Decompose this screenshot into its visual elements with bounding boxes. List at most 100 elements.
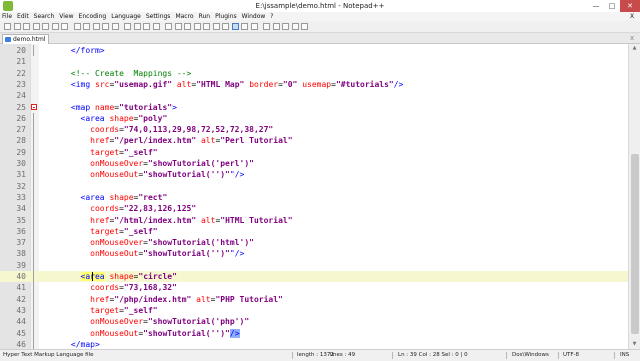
minimize-icon[interactable]: — bbox=[588, 0, 604, 12]
vertical-scrollbar[interactable]: ▲ ▼ bbox=[628, 44, 640, 349]
code-line[interactable]: 25 <map name="tutorials"> bbox=[0, 102, 628, 113]
copy-icon[interactable] bbox=[83, 23, 90, 30]
code-token: </map> bbox=[70, 339, 100, 349]
find-icon[interactable] bbox=[124, 23, 131, 30]
menu-item-help[interactable]: ? bbox=[268, 12, 275, 21]
folder-workspace-icon[interactable] bbox=[241, 23, 248, 30]
menu-item-search[interactable]: Search bbox=[32, 12, 57, 21]
code-line[interactable]: 22 <!-- Create Mappings --> bbox=[0, 68, 628, 79]
paste-icon[interactable] bbox=[92, 23, 100, 30]
status-divider bbox=[614, 352, 615, 359]
line-number: 25 bbox=[16, 102, 26, 112]
menu-close-icon[interactable]: X bbox=[630, 12, 634, 21]
sync-vertical-icon[interactable] bbox=[165, 23, 172, 30]
code-line[interactable]: 33 <area shape="rect" bbox=[0, 192, 628, 203]
close-all-icon[interactable] bbox=[51, 23, 59, 30]
toolbar bbox=[0, 21, 640, 33]
record-macro-icon[interactable] bbox=[263, 23, 270, 30]
doc-map-icon[interactable] bbox=[222, 23, 229, 30]
code-line[interactable]: 41 coords="73,168,32" bbox=[0, 282, 628, 293]
save-all-icon[interactable] bbox=[32, 23, 40, 30]
cut-icon[interactable] bbox=[73, 23, 81, 30]
menu-item-view[interactable]: View bbox=[57, 12, 75, 21]
undo-icon[interactable] bbox=[102, 23, 109, 30]
function-list-icon[interactable] bbox=[231, 23, 239, 30]
zoom-out-icon[interactable] bbox=[152, 23, 160, 30]
scrollbar-thumb[interactable] bbox=[631, 154, 639, 334]
show-all-chars-icon[interactable] bbox=[193, 23, 201, 30]
code-line[interactable]: 20 </form> bbox=[0, 45, 628, 56]
menu-item-macro[interactable]: Macro bbox=[173, 12, 195, 21]
menu-item-encoding[interactable]: Encoding bbox=[77, 12, 109, 21]
code-line[interactable]: 35 href="/html/index.htm" alt="HTML Tuto… bbox=[0, 215, 628, 226]
new-file-icon[interactable] bbox=[4, 23, 11, 30]
code-line[interactable]: 38 onMouseOut="showTutorial('')""/> bbox=[0, 248, 628, 259]
code-line[interactable]: 27 coords="74,0,113,29,98,72,52,72,38,27… bbox=[0, 124, 628, 135]
code-line[interactable]: 21 bbox=[0, 56, 628, 67]
menu-item-plugins[interactable]: Plugins bbox=[213, 12, 239, 21]
code-line[interactable]: 46 </map> bbox=[0, 339, 628, 349]
code-token: alt bbox=[200, 136, 216, 146]
save-macro-icon[interactable] bbox=[301, 23, 308, 30]
stop-macro-icon[interactable] bbox=[272, 23, 280, 30]
line-code: </map> bbox=[42, 339, 100, 349]
code-line[interactable]: 42 href="/php/index.htm" alt="PHP Tutori… bbox=[0, 294, 628, 305]
run-macro-multiple-icon[interactable] bbox=[291, 23, 299, 30]
fold-toggle-icon[interactable] bbox=[31, 104, 37, 110]
line-number: 33 bbox=[16, 192, 26, 202]
menu-bar: File Edit Search View Encoding Language Settin… bbox=[0, 12, 640, 21]
code-line[interactable]: 36 target="_self" bbox=[0, 226, 628, 237]
code-line[interactable]: 44 onMouseOver="showTutorial('php')" bbox=[0, 316, 628, 327]
zoom-in-icon[interactable] bbox=[143, 23, 150, 30]
code-line[interactable]: 23 <img src="usemap.gif" alt="HTML Map" … bbox=[0, 79, 628, 90]
redo-icon[interactable] bbox=[111, 23, 119, 30]
line-number: 28 bbox=[16, 136, 26, 146]
menu-item-file[interactable]: File bbox=[0, 12, 14, 21]
save-icon[interactable] bbox=[23, 23, 30, 30]
code-token: href bbox=[90, 294, 110, 304]
code-line[interactable]: 45 onMouseOut="showTutorial('')"/> bbox=[0, 328, 628, 339]
line-code: href="/perl/index.htm" alt="Perl Tutoria… bbox=[42, 135, 292, 146]
menu-item-window[interactable]: Window bbox=[240, 12, 268, 21]
code-line[interactable]: 43 target="_self" bbox=[0, 305, 628, 316]
close-tab-icon[interactable]: x bbox=[630, 34, 634, 43]
scroll-down-icon[interactable]: ▼ bbox=[629, 340, 640, 349]
code-line[interactable]: 26 <area shape="poly" bbox=[0, 113, 628, 124]
line-number: 23 bbox=[16, 79, 26, 89]
menu-item-run[interactable]: Run bbox=[197, 12, 213, 21]
code-line[interactable]: 31 onMouseOut="showTutorial('')""/> bbox=[0, 169, 628, 180]
code-line[interactable]: 29 target="_self" bbox=[0, 147, 628, 158]
code-editor[interactable]: 20 </form> 21 22 <!-- Create Mappings --> 2… bbox=[0, 44, 640, 349]
menu-item-edit[interactable]: Edit bbox=[15, 12, 31, 21]
code-line[interactable]: 32 bbox=[0, 181, 628, 192]
menu-item-settings[interactable]: Settings bbox=[144, 12, 173, 21]
scroll-up-icon[interactable]: ▲ bbox=[629, 44, 640, 53]
play-macro-icon[interactable] bbox=[282, 23, 289, 30]
indent-guide-icon[interactable] bbox=[203, 23, 210, 30]
code-line[interactable]: 24 bbox=[0, 90, 628, 101]
sync-horizontal-icon[interactable] bbox=[174, 23, 182, 30]
status-bar: Hyper Text Markup Language file length :… bbox=[0, 349, 640, 361]
menu-item-language[interactable]: Language bbox=[109, 12, 143, 21]
code-line[interactable]: 30 onMouseOver="showTutorial('perl')" bbox=[0, 158, 628, 169]
code-line[interactable]: 28 href="/perl/index.htm" alt="Perl Tuto… bbox=[0, 135, 628, 146]
monitor-icon[interactable] bbox=[250, 23, 258, 30]
open-file-icon[interactable] bbox=[13, 23, 21, 30]
code-line[interactable]: 39 bbox=[0, 260, 628, 271]
line-number: 36 bbox=[16, 226, 26, 236]
code-line[interactable]: 40 <area shape="circle" bbox=[0, 271, 628, 283]
close-icon[interactable]: ✕ bbox=[620, 0, 640, 12]
word-wrap-icon[interactable] bbox=[184, 23, 191, 30]
code-line[interactable]: 34 coords="22,83,126,125" bbox=[0, 203, 628, 214]
code-token: "#tutorials" bbox=[335, 79, 394, 89]
replace-icon[interactable] bbox=[133, 23, 141, 30]
tab-demo-html[interactable]: demo.html bbox=[2, 34, 50, 44]
maximize-icon[interactable]: □ bbox=[604, 0, 620, 12]
code-line[interactable]: 37 onMouseOver="showTutorial('html')" bbox=[0, 237, 628, 248]
print-icon[interactable] bbox=[61, 23, 68, 30]
user-language-icon[interactable] bbox=[212, 23, 220, 30]
close-icon[interactable] bbox=[42, 23, 49, 30]
code-token: shape bbox=[109, 272, 134, 281]
